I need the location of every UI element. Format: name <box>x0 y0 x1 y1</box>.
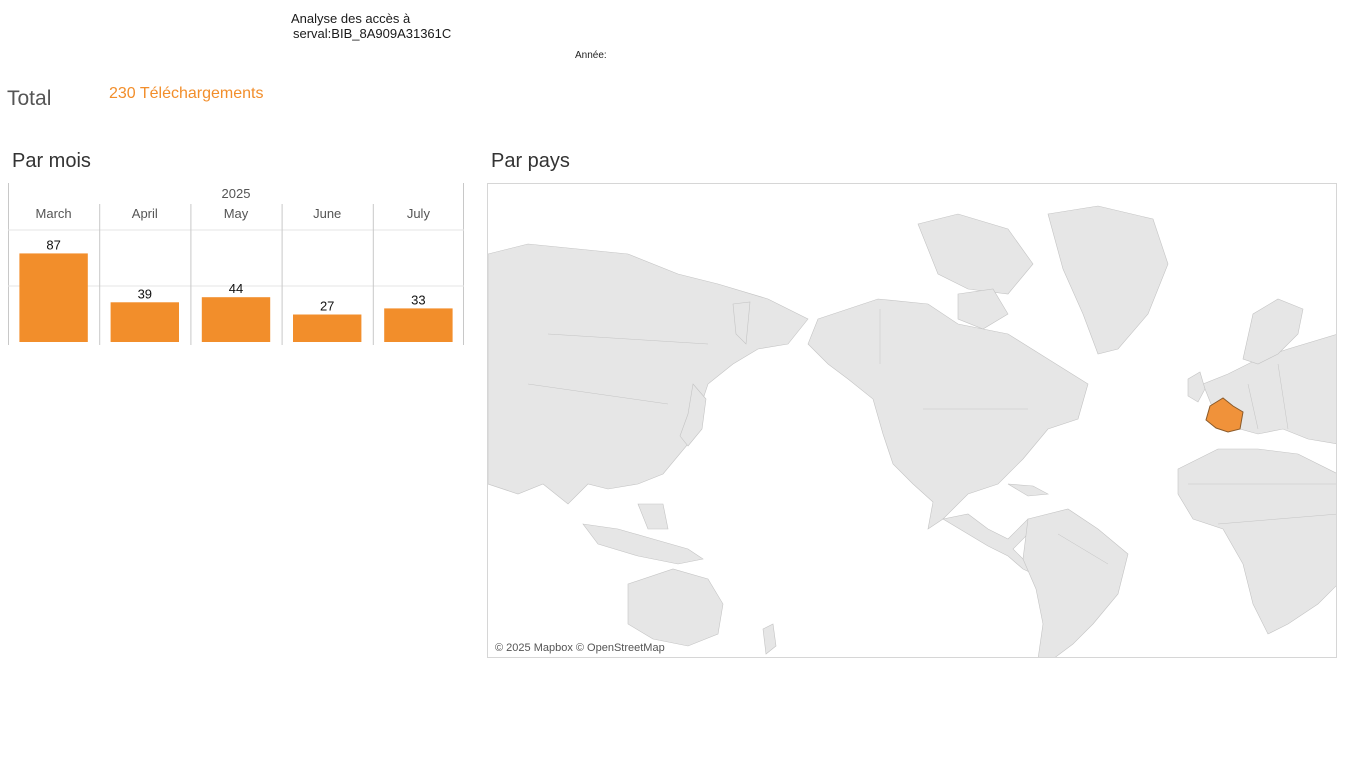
land-asia-east <box>488 243 809 505</box>
land-arctic-islands <box>917 213 1034 295</box>
land-south-america <box>1022 508 1129 657</box>
chart-month-label: April <box>132 206 158 221</box>
report-title-line2: serval:BIB_8A909A31361C <box>293 26 452 41</box>
chart-data-label: 27 <box>320 299 334 314</box>
bar-chart-svg: 2025 March 87 April 39 May 44 June 27 July 33 <box>8 183 464 345</box>
world-map-svg <box>488 205 1336 657</box>
chart-month-label: May <box>224 206 249 221</box>
chart-bar <box>201 297 271 342</box>
land-central-america <box>942 513 1039 577</box>
country-map[interactable]: © 2025 Mapbox © OpenStreetMap <box>487 183 1337 658</box>
section-title-by-month: Par mois <box>12 150 91 172</box>
chart-data-label: 39 <box>138 286 152 301</box>
land-australia <box>627 568 724 647</box>
land-uk <box>1187 371 1206 403</box>
chart-month-label: June <box>313 206 341 221</box>
year-filter-label[interactable]: Année: <box>575 50 607 61</box>
chart-data-label: 33 <box>411 292 425 307</box>
chart-bar <box>293 314 362 342</box>
chart-data-label: 44 <box>229 281 243 296</box>
total-downloads-value: 230 Téléchargements <box>109 85 264 102</box>
land-greenland <box>1047 205 1169 355</box>
landmasses <box>488 205 1336 657</box>
chart-year-header: 2025 <box>222 186 251 201</box>
land-africa <box>1177 448 1336 635</box>
chart-data-label: 87 <box>46 237 60 252</box>
chart-month-label: March <box>36 206 72 221</box>
chart-bar <box>110 302 179 342</box>
total-label: Total <box>7 87 52 110</box>
monthly-bar-chart[interactable]: 2025 March 87 April 39 May 44 June 27 July 33 <box>8 183 464 345</box>
report-title: Analyse des accès à serval:BIB_8A909A313… <box>291 11 451 41</box>
land-se-asia <box>582 523 704 565</box>
report-title-line1: Analyse des accès à <box>291 11 411 26</box>
chart-month-label: July <box>407 206 431 221</box>
map-attribution[interactable]: © 2025 Mapbox © OpenStreetMap <box>495 642 665 654</box>
chart-bar <box>384 308 453 342</box>
section-title-by-country: Par pays <box>491 150 570 172</box>
chart-bar <box>19 253 88 342</box>
